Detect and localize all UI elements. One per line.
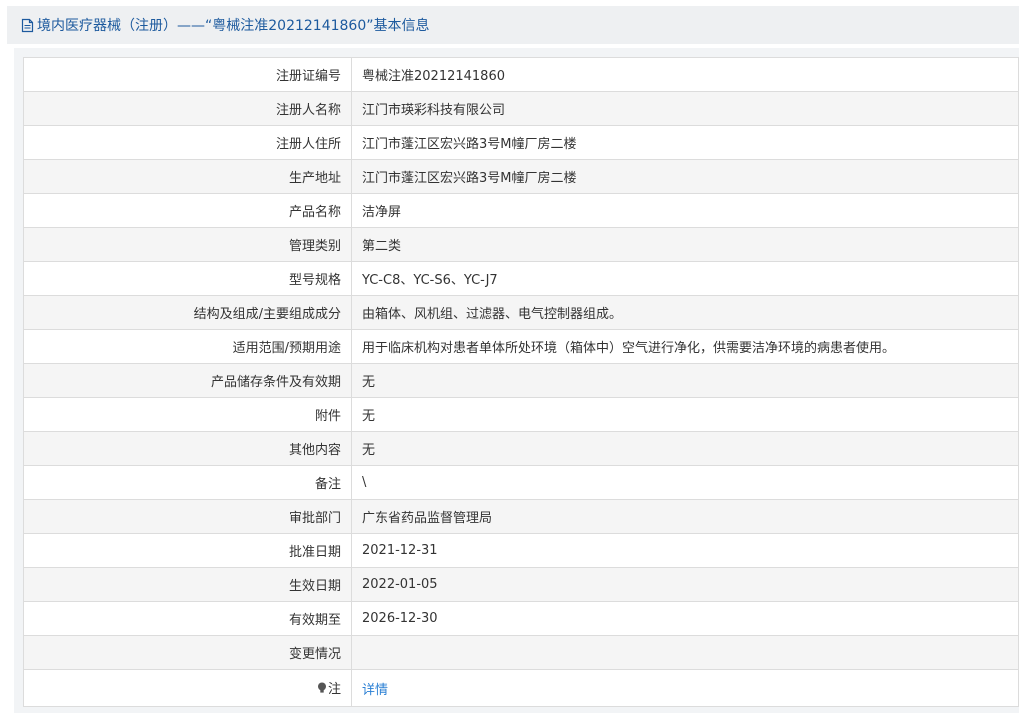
page-title: 境内医疗器械（注册）——“粤械注准20212141860”基本信息 [37, 18, 430, 34]
row-label: 附件 [23, 397, 352, 432]
row-label: 结构及组成/主要组成成分 [23, 295, 352, 330]
page: 境内医疗器械（注册）——“粤械注准20212141860”基本信息 注册证编号 … [0, 0, 1019, 713]
row-value [351, 635, 1019, 670]
row-label: 生效日期 [23, 567, 352, 602]
note-label-cell: 注 [23, 669, 352, 707]
row-value: 粤械注准20212141860 [351, 57, 1019, 92]
details-link[interactable]: 详情 [362, 683, 388, 698]
row-label: 其他内容 [23, 431, 352, 466]
row-label: 备注 [23, 465, 352, 500]
note-label: 注 [327, 682, 341, 697]
table-row: 结构及组成/主要组成成分 由箱体、风机组、过滤器、电气控制器组成。 [23, 295, 1019, 330]
row-label: 变更情况 [23, 635, 352, 670]
note-value-cell: 详情 [351, 669, 1019, 707]
row-label: 管理类别 [23, 227, 352, 262]
row-label: 注册人名称 [23, 91, 352, 126]
row-value: 第二类 [351, 227, 1019, 262]
table-row: 注册人名称 江门市瑛彩科技有限公司 [23, 91, 1019, 126]
table-row: 适用范围/预期用途 用于临床机构对患者单体所处环境（箱体中）空气进行净化，供需要… [23, 329, 1019, 364]
row-label: 适用范围/预期用途 [23, 329, 352, 364]
row-label: 型号规格 [23, 261, 352, 296]
row-value: 无 [351, 397, 1019, 432]
info-table: 注册证编号 粤械注准20212141860 注册人名称 江门市瑛彩科技有限公司 … [23, 57, 1019, 707]
table-row: 生产地址 江门市蓬江区宏兴路3号M幢厂房二楼 [23, 159, 1019, 194]
row-label: 审批部门 [23, 499, 352, 534]
row-value: \ [351, 465, 1019, 500]
table-row: 其他内容 无 [23, 431, 1019, 466]
table-row: 有效期至 2026-12-30 [23, 601, 1019, 636]
row-label: 有效期至 [23, 601, 352, 636]
row-label: 批准日期 [23, 533, 352, 568]
table-row: 批准日期 2021-12-31 [23, 533, 1019, 568]
row-value: 江门市蓬江区宏兴路3号M幢厂房二楼 [351, 159, 1019, 194]
table-row: 型号规格 YC-C8、YC-S6、YC-J7 [23, 261, 1019, 296]
row-value: 江门市瑛彩科技有限公司 [351, 91, 1019, 126]
row-label: 产品储存条件及有效期 [23, 363, 352, 398]
row-value: 广东省药品监督管理局 [351, 499, 1019, 534]
row-value: 2021-12-31 [351, 533, 1019, 568]
row-value: 洁净屏 [351, 193, 1019, 228]
row-label: 产品名称 [23, 193, 352, 228]
row-value: 2022-01-05 [351, 567, 1019, 602]
row-value: 由箱体、风机组、过滤器、电气控制器组成。 [351, 295, 1019, 330]
table-row: 产品储存条件及有效期 无 [23, 363, 1019, 398]
row-label: 生产地址 [23, 159, 352, 194]
row-value: YC-C8、YC-S6、YC-J7 [351, 261, 1019, 296]
info-panel: 注册证编号 粤械注准20212141860 注册人名称 江门市瑛彩科技有限公司 … [14, 48, 1019, 713]
table-row: 管理类别 第二类 [23, 227, 1019, 262]
table-row: 附件 无 [23, 397, 1019, 432]
table-row: 注册证编号 粤械注准20212141860 [23, 57, 1019, 92]
table-row: 注册人住所 江门市蓬江区宏兴路3号M幢厂房二楼 [23, 125, 1019, 160]
table-row: 生效日期 2022-01-05 [23, 567, 1019, 602]
document-icon [21, 18, 34, 33]
table-row: 变更情况 [23, 635, 1019, 670]
table-row: 备注 \ [23, 465, 1019, 500]
row-label: 注册证编号 [23, 57, 352, 92]
row-value: 江门市蓬江区宏兴路3号M幢厂房二楼 [351, 125, 1019, 160]
row-label: 注册人住所 [23, 125, 352, 160]
table-row: 产品名称 洁净屏 [23, 193, 1019, 228]
note-row: 注 详情 [23, 669, 1019, 707]
row-value: 2026-12-30 [351, 601, 1019, 636]
row-value: 无 [351, 431, 1019, 466]
row-value: 无 [351, 363, 1019, 398]
row-value: 用于临床机构对患者单体所处环境（箱体中）空气进行净化，供需要洁净环境的病患者使用… [351, 329, 1019, 364]
lightbulb-icon [317, 682, 327, 698]
table-row: 审批部门 广东省药品监督管理局 [23, 499, 1019, 534]
page-title-bar: 境内医疗器械（注册）——“粤械注准20212141860”基本信息 [7, 6, 1019, 44]
